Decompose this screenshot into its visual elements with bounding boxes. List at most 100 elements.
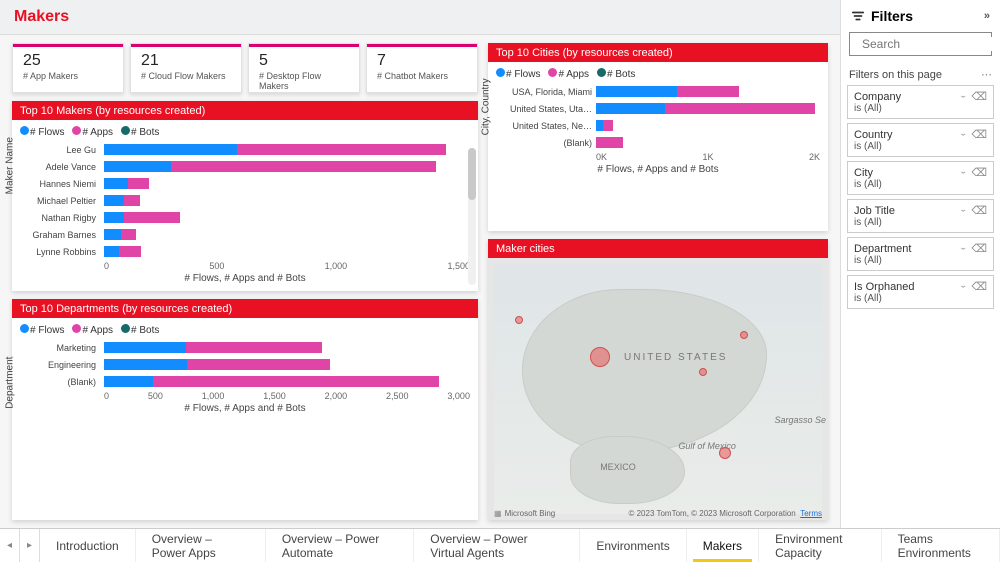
filter-name: Is Orphaned [854,281,915,293]
map-point[interactable] [699,368,707,376]
chevron-down-icon[interactable]: ⌄ [959,168,967,177]
kpi-card-desktop-flow-makers[interactable]: 5 # Desktop Flow Makers [248,43,360,93]
chart-legend: # Flows # Apps # Bots [20,126,470,138]
map-canvas[interactable]: UNITED STATES MEXICO Gulf of Mexico Sarg… [488,258,828,520]
bar-row[interactable]: Graham Barnes [104,227,470,242]
bar-segment [104,229,121,240]
chart-top-cities[interactable]: Top 10 Cities (by resources created) # F… [488,43,828,231]
map-point[interactable] [719,447,731,459]
chart-bars: Lee Gu Adele Vance Hannes Niemi Michael Pel… [20,142,470,259]
bar-row[interactable]: Marketing [104,340,470,355]
legend-dot-apps-icon [548,68,557,77]
tab-overview-power-automate[interactable]: Overview – Power Automate [266,529,414,562]
filter-card[interactable]: Job Title⌄⌫is (All) [847,199,994,233]
filter-card[interactable]: Company⌄⌫is (All) [847,85,994,119]
bar-row[interactable]: Adele Vance [104,159,470,174]
bar-track [104,144,470,155]
filter-card[interactable]: Country ⌄ ⌫is (All) [847,123,994,157]
filter-card[interactable]: City⌄⌫is (All) [847,161,994,195]
bar-row[interactable]: Hannes Niemi [104,176,470,191]
chart-top-makers[interactable]: Top 10 Makers (by resources created) # F… [12,101,478,291]
bar-label: Hannes Niemi [20,179,100,189]
tab-introduction[interactable]: Introduction [40,529,136,562]
clear-filter-icon[interactable]: ⌫ [971,166,987,179]
bar-row[interactable]: (Blank) [104,374,470,389]
bar-row[interactable]: Engineering [104,357,470,372]
clear-filter-icon[interactable]: ⌫ [971,280,987,293]
clear-filter-icon[interactable]: ⌫ [971,204,987,217]
tab-teams-environments[interactable]: Teams Environments [882,529,1000,562]
bar-label: USA, Florida, Miami [500,87,596,97]
bar-row[interactable]: Michael Peltier [104,193,470,208]
chart-title: Top 10 Cities (by resources created) [488,43,828,62]
map-maker-cities[interactable]: Maker cities UNITED STATES MEXICO Gulf o… [488,239,828,520]
chart-scrollbar[interactable] [468,148,476,285]
map-point[interactable] [590,347,610,367]
bar-track [104,342,470,353]
filters-section-label: Filters on this page [849,69,942,81]
legend-dot-flows-icon [496,68,505,77]
bar-track [104,212,470,223]
bar-row[interactable]: Lee Gu [104,142,470,157]
bar-label: Lee Gu [20,145,100,155]
kpi-label: # Desktop Flow Makers [259,71,349,91]
filter-card[interactable]: Is Orphaned⌄⌫is (All) [847,275,994,309]
bar-row[interactable]: United States, Uta… [596,101,820,116]
bar-segment [104,144,237,155]
filter-card[interactable]: Department⌄⌫is (All) [847,237,994,271]
scrollbar-thumb[interactable] [468,148,476,200]
chart-legend: # Flows # Apps # Bots [20,324,470,336]
tab-scroll-left[interactable]: ◂ [0,529,20,562]
kpi-card-app-makers[interactable]: 25 # App Makers [12,43,124,93]
bar-row[interactable]: USA, Florida, Miami [596,84,820,99]
tab-environment-capacity[interactable]: Environment Capacity [759,529,882,562]
filter-value: is (All) [854,255,987,266]
bar-track [596,86,820,97]
bar-label: Michael Peltier [20,196,100,206]
bar-track [596,103,820,114]
filters-search[interactable] [849,32,992,56]
bar-segment [596,137,623,148]
chevron-down-icon[interactable]: ⌄ [959,206,967,215]
map-label-sargasso: Sargasso Se [774,415,826,425]
kpi-value: 5 [259,52,349,70]
filters-search-input[interactable] [862,37,1000,51]
x-axis-title: # Flows, # Apps and # Bots [496,164,820,175]
filter-name: Country [854,129,893,141]
tab-overview-power-apps[interactable]: Overview – Power Apps [136,529,266,562]
bar-label: United States, Ne… [500,121,596,131]
more-options-icon[interactable]: ⋯ [981,68,992,81]
bar-row[interactable]: Nathan Rigby [104,210,470,225]
bar-row[interactable]: Lynne Robbins [104,244,470,259]
bar-label: (Blank) [20,377,100,387]
kpi-card-chatbot-makers[interactable]: 7 # Chatbot Makers [366,43,478,93]
clear-filter-icon[interactable]: ⌫ [971,128,987,141]
tab-environments[interactable]: Environments [580,529,686,562]
x-axis-ticks: 05001,0001,5002,0002,5003,000 [20,391,470,401]
bar-row[interactable]: United States, Ne… [596,118,820,133]
map-point[interactable] [740,331,748,339]
bar-segment [121,229,136,240]
expand-pane-icon[interactable]: » [984,10,990,22]
kpi-label: # Cloud Flow Makers [141,71,231,81]
tab-overview-power-virtual-agents[interactable]: Overview – Power Virtual Agents [414,529,580,562]
map-terms-link[interactable]: Terms [800,509,822,518]
chevron-down-icon[interactable]: ⌄ [959,282,967,291]
chevron-down-icon[interactable]: ⌄ [959,130,967,139]
clear-filter-icon[interactable]: ⌫ [971,242,987,255]
bar-segment [665,103,814,114]
filter-value: is (All) [854,141,987,152]
chevron-down-icon[interactable]: ⌄ [959,92,967,101]
bar-row[interactable]: (Blank) [596,135,820,150]
map-point[interactable] [515,316,523,324]
kpi-value: 25 [23,52,113,70]
bar-segment [128,178,150,189]
tab-makers[interactable]: Makers [687,529,759,562]
chart-title: Top 10 Makers (by resources created) [12,101,478,120]
tab-scroll-right[interactable]: ▸ [20,529,40,562]
chevron-down-icon[interactable]: ⌄ [959,244,967,253]
clear-filter-icon[interactable]: ⌫ [971,90,987,103]
chart-top-departments[interactable]: Top 10 Departments (by resources created… [12,299,478,520]
y-axis-title: Maker Name [5,137,16,194]
kpi-card-cloud-flow-makers[interactable]: 21 # Cloud Flow Makers [130,43,242,93]
